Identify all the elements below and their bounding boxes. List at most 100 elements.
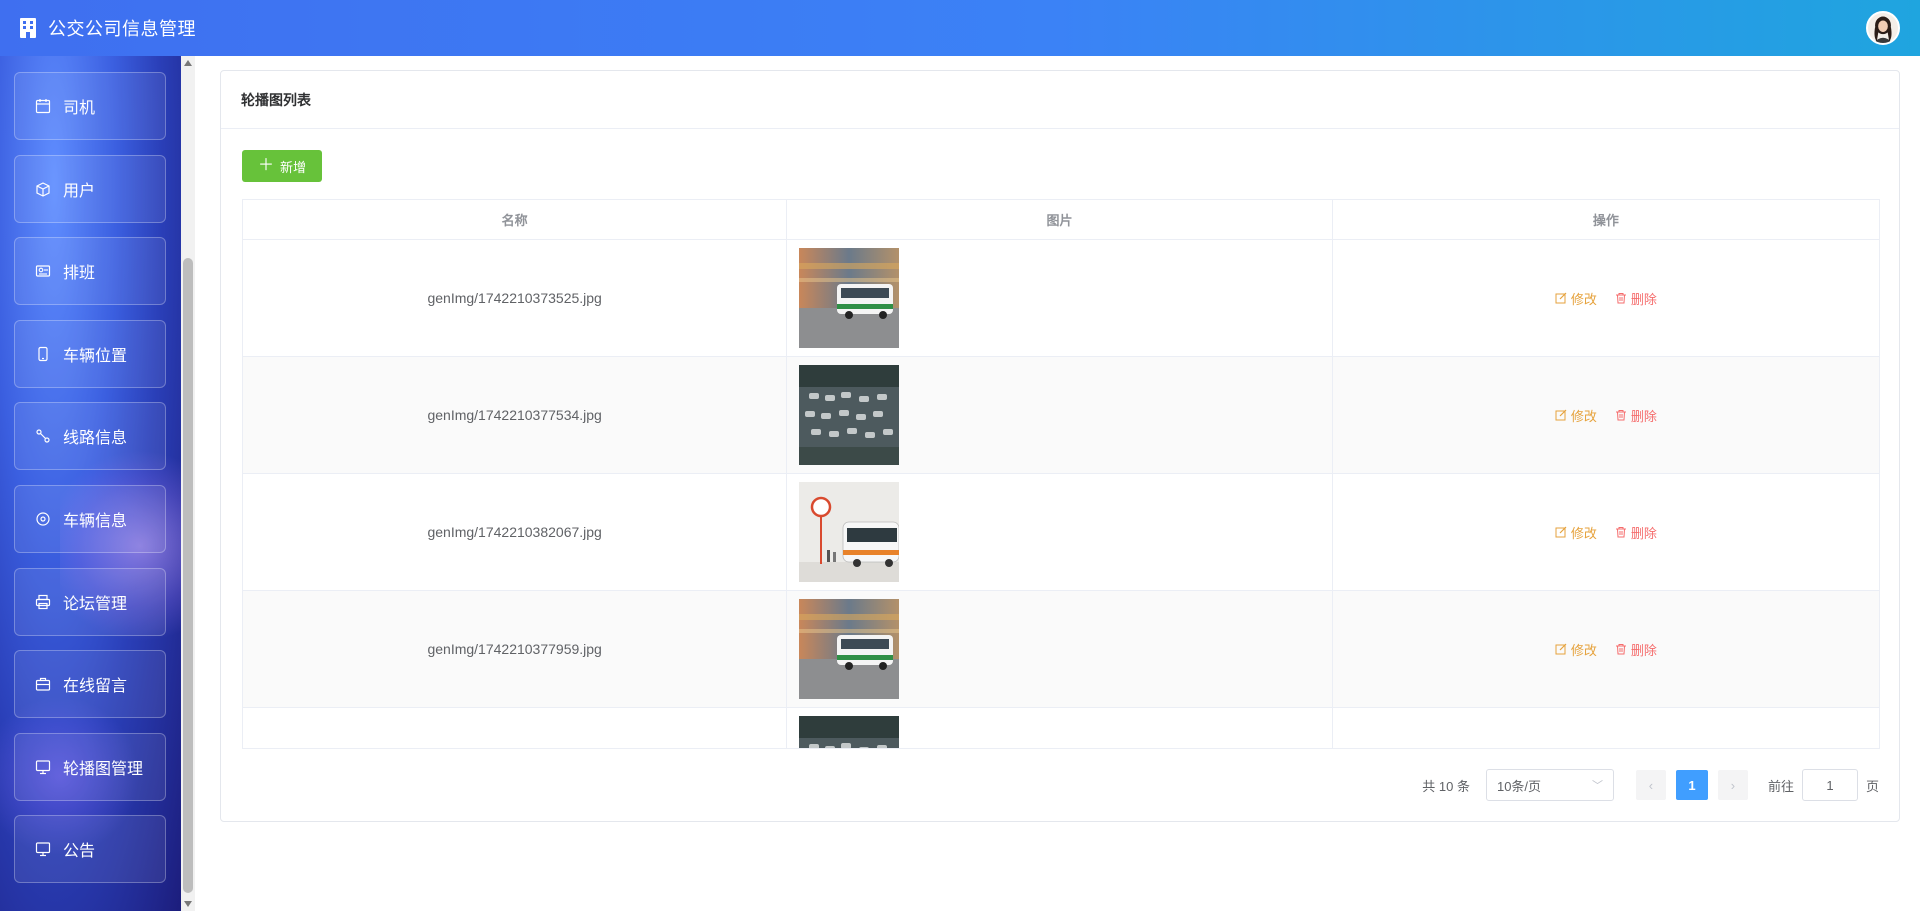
edit-button[interactable]: 修改 bbox=[1555, 289, 1597, 308]
chevron-right-icon: › bbox=[1730, 777, 1736, 793]
monitor-icon bbox=[35, 841, 51, 857]
add-button[interactable]: ＋ 新增 bbox=[242, 150, 322, 182]
bus-motion-image[interactable] bbox=[799, 599, 900, 699]
table-row: genImg/1742210377959.jpg 修改 删除 bbox=[243, 591, 1879, 708]
scroll-down-icon[interactable] bbox=[184, 901, 192, 907]
table-row bbox=[243, 708, 1879, 749]
sidebar-item-label: 轮播图管理 bbox=[63, 760, 144, 778]
printer-icon bbox=[35, 594, 51, 610]
sidebar: 司机 用户 排班 车辆位置 线路信息 车辆信息 论坛管理 在线留言 轮播图管理 … bbox=[0, 56, 181, 911]
edit-icon bbox=[1555, 292, 1567, 304]
sidebar-item-vehicle-location[interactable]: 车辆位置 bbox=[14, 319, 166, 388]
column-header-actions: 操作 bbox=[1592, 213, 1619, 228]
sidebar-item-vehicle-info[interactable]: 车辆信息 bbox=[14, 484, 166, 553]
edit-icon bbox=[1555, 526, 1567, 538]
sidebar-item-messages[interactable]: 在线留言 bbox=[14, 650, 166, 719]
sidebar-item-label: 公告 bbox=[63, 843, 96, 861]
trash-icon bbox=[1615, 644, 1626, 655]
parking-lot-image[interactable] bbox=[799, 716, 900, 749]
delete-label: 删除 bbox=[1630, 525, 1657, 541]
edit-button[interactable]: 修改 bbox=[1555, 406, 1597, 425]
box-icon bbox=[35, 181, 51, 197]
table-row: genImg/1742210382067.jpg 修改 删除 bbox=[243, 474, 1879, 591]
page-size-select[interactable]: 10条/页 ﹀ bbox=[1485, 769, 1614, 801]
goto-page-input[interactable] bbox=[1801, 769, 1858, 801]
user-avatar[interactable] bbox=[1866, 11, 1900, 45]
scrollbar-thumb[interactable] bbox=[183, 258, 193, 893]
scroll-up-icon[interactable] bbox=[184, 60, 192, 66]
sidebar-item-label: 在线留言 bbox=[63, 678, 128, 696]
sidebar-scrollbar[interactable] bbox=[181, 56, 195, 911]
trash-icon bbox=[1615, 293, 1626, 304]
top-header: 公交公司信息管理 bbox=[0, 0, 1920, 56]
column-header-image: 图片 bbox=[787, 200, 1333, 239]
circle-icon bbox=[35, 511, 51, 527]
row-name bbox=[243, 708, 788, 748]
chevron-down-icon: ﹀ bbox=[1591, 780, 1603, 792]
page-number-button[interactable]: 1 bbox=[1675, 770, 1708, 800]
pagination: 共 10 条 10条/页 ﹀ ‹ 1 › 前往 页 bbox=[1422, 769, 1879, 801]
sidebar-item-schedule[interactable]: 排班 bbox=[14, 237, 166, 306]
sidebar-item-forum[interactable]: 论坛管理 bbox=[14, 567, 166, 636]
sidebar-item-label: 车辆位置 bbox=[63, 347, 128, 365]
table-header: 名称 图片 操作 bbox=[243, 200, 1879, 240]
page-suffix: 页 bbox=[1865, 778, 1879, 794]
table-row: genImg/1742210373525.jpg 修改 删除 bbox=[243, 240, 1879, 357]
parking-lot-image[interactable] bbox=[799, 365, 900, 465]
monitor-icon bbox=[35, 759, 51, 775]
pagination-total: 共 10 条 bbox=[1422, 778, 1470, 794]
chevron-left-icon: ‹ bbox=[1648, 777, 1654, 793]
plus-icon: ＋ bbox=[257, 157, 274, 174]
delete-label: 删除 bbox=[1630, 408, 1657, 424]
app-title: 公交公司信息管理 bbox=[48, 19, 196, 39]
bus-stop-clock-image[interactable] bbox=[799, 482, 900, 582]
add-button-label: 新增 bbox=[280, 159, 307, 175]
delete-button[interactable]: 删除 bbox=[1615, 289, 1657, 308]
row-name: genImg/1742210377959.jpg bbox=[243, 591, 788, 707]
sidebar-item-carousel[interactable]: 轮播图管理 bbox=[14, 732, 166, 801]
prev-page-button[interactable]: ‹ bbox=[1635, 770, 1666, 800]
calendar-icon bbox=[35, 98, 51, 114]
edit-label: 修改 bbox=[1570, 642, 1597, 658]
delete-label: 删除 bbox=[1630, 291, 1657, 307]
sidebar-item-label: 论坛管理 bbox=[63, 595, 128, 613]
edit-label: 修改 bbox=[1570, 525, 1597, 541]
sidebar-item-label: 司机 bbox=[63, 100, 96, 117]
next-page-button[interactable]: › bbox=[1717, 770, 1748, 800]
edit-icon bbox=[1555, 409, 1567, 421]
row-name: genImg/1742210382067.jpg bbox=[243, 474, 788, 590]
edit-icon bbox=[1555, 643, 1567, 655]
bus-motion-image[interactable] bbox=[799, 248, 900, 348]
sidebar-menu: 司机 用户 排班 车辆位置 线路信息 车辆信息 论坛管理 在线留言 轮播图管理 … bbox=[14, 72, 166, 898]
sidebar-item-drivers[interactable]: 司机 bbox=[14, 72, 166, 140]
sidebar-item-label: 用户 bbox=[63, 182, 96, 200]
sidebar-item-route-info[interactable]: 线路信息 bbox=[14, 402, 166, 471]
delete-button[interactable]: 删除 bbox=[1615, 640, 1657, 659]
delete-button[interactable]: 删除 bbox=[1615, 406, 1657, 425]
table-row: genImg/1742210377534.jpg 修改 删除 bbox=[243, 357, 1879, 474]
edit-label: 修改 bbox=[1570, 291, 1597, 307]
column-header-name: 名称 bbox=[243, 200, 788, 239]
row-name: genImg/1742210377534.jpg bbox=[243, 357, 788, 473]
row-name: genImg/1742210373525.jpg bbox=[243, 240, 788, 356]
carousel-table: 名称 图片 操作 genImg/1742210373525.jpg 修改 删除 … bbox=[242, 199, 1880, 749]
sidebar-item-announcement[interactable]: 公告 bbox=[14, 815, 166, 884]
sidebar-item-label: 线路信息 bbox=[63, 430, 128, 448]
edit-button[interactable]: 修改 bbox=[1555, 640, 1597, 659]
edit-button[interactable]: 修改 bbox=[1555, 523, 1597, 542]
card-title: 轮播图列表 bbox=[221, 71, 1899, 129]
goto-label: 前往 bbox=[1767, 778, 1794, 794]
sidebar-item-label: 车辆信息 bbox=[63, 512, 128, 530]
delete-label: 删除 bbox=[1630, 642, 1657, 658]
suitcase-icon bbox=[35, 676, 51, 692]
delete-button[interactable]: 删除 bbox=[1615, 523, 1657, 542]
edit-label: 修改 bbox=[1570, 408, 1597, 424]
sidebar-item-users[interactable]: 用户 bbox=[14, 154, 166, 223]
sidebar-item-label: 排班 bbox=[63, 265, 96, 283]
trash-icon bbox=[1615, 410, 1626, 421]
page-size-value: 10条/页 bbox=[1496, 778, 1542, 794]
building-icon bbox=[18, 17, 38, 39]
trash-icon bbox=[1615, 527, 1626, 538]
phone-icon bbox=[35, 346, 51, 362]
route-icon bbox=[35, 428, 51, 444]
